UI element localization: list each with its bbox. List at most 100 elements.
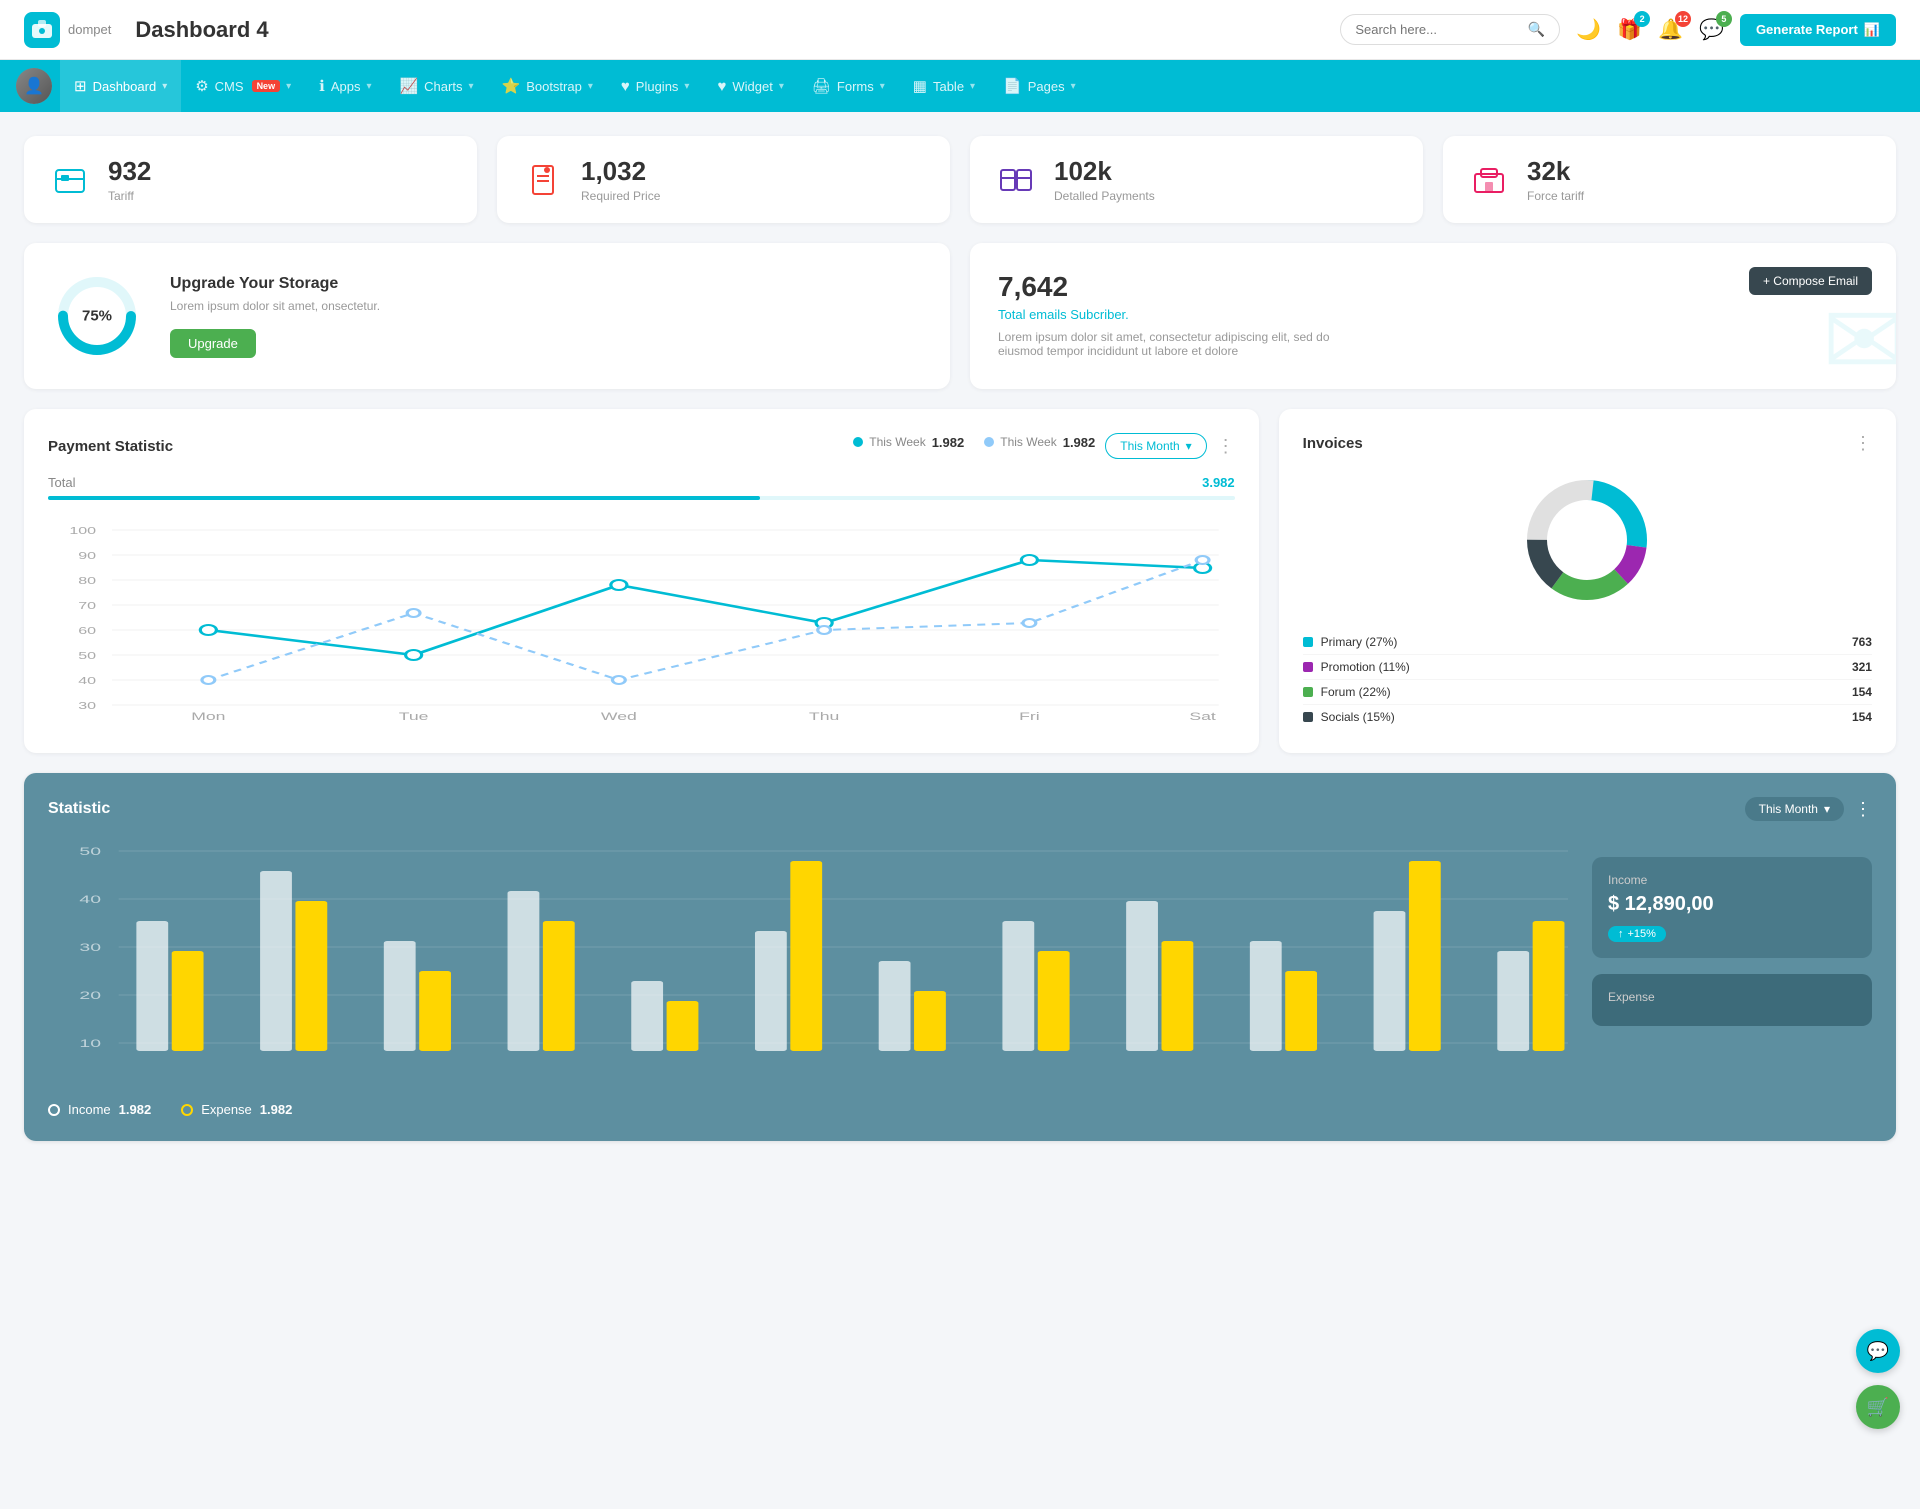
logo-icon — [24, 12, 60, 48]
nav-item-bootstrap[interactable]: ⭐ Bootstrap ▾ — [488, 60, 607, 112]
force-tariff-value: 32k — [1527, 156, 1584, 187]
nav-item-cms[interactable]: ⚙ CMS New ▾ — [181, 60, 305, 112]
logo: dompet — [24, 12, 111, 48]
payment-total-value: 3.982 — [1202, 475, 1235, 490]
main-content: 932 Tariff 1,032 Required Price 102k Det… — [0, 112, 1920, 1165]
search-box[interactable]: 🔍 — [1340, 14, 1560, 45]
svg-text:20: 20 — [79, 990, 101, 1002]
pages-nav-icon: 📄 — [1003, 77, 1022, 95]
chat-icon[interactable]: 💬 5 — [1699, 17, 1724, 42]
svg-text:70: 70 — [78, 600, 96, 611]
email-card: + Compose Email 7,642 Total emails Subcr… — [970, 243, 1896, 389]
plugins-chevron-icon: ▾ — [684, 81, 689, 92]
nav-avatar: 👤 — [16, 68, 52, 104]
svg-text:Wed: Wed — [601, 711, 637, 720]
payments-info: 102k Detalled Payments — [1054, 156, 1155, 203]
svg-text:100: 100 — [69, 525, 96, 536]
tariff-info: 932 Tariff — [108, 156, 151, 203]
invoices-legend: Primary (27%) 763 Promotion (11%) 321 Fo… — [1303, 630, 1872, 729]
arrow-up-icon: ↑ — [1618, 928, 1624, 940]
legend-item-1: This Week 1.982 — [853, 435, 964, 450]
upgrade-button[interactable]: Upgrade — [170, 329, 256, 358]
gift-icon[interactable]: 🎁 2 — [1617, 17, 1642, 42]
nav-item-dashboard[interactable]: ⊞ Dashboard ▾ — [60, 60, 181, 112]
legend-promotion: Promotion (11%) 321 — [1303, 655, 1872, 680]
statistic-bar-chart-area: 50 40 30 20 10 — [48, 841, 1568, 1117]
statistic-dropdown-icon: ▾ — [1824, 802, 1830, 816]
statistic-this-month-button[interactable]: This Month ▾ — [1745, 797, 1844, 821]
tariff-icon — [48, 158, 92, 202]
income-detail-panel: Income $ 12,890,00 ↑ +15% — [1592, 857, 1872, 958]
payment-legend: This Week 1.982 This Week 1.982 — [853, 435, 1095, 450]
support-fab[interactable]: 💬 — [1856, 1329, 1900, 1373]
svg-text:Fri: Fri — [1019, 711, 1040, 720]
nav-item-table[interactable]: ▦ Table ▾ — [899, 60, 989, 112]
payment-progress-bar — [48, 496, 1235, 500]
fab-container: 💬 🛒 — [1856, 1329, 1900, 1429]
svg-text:Mon: Mon — [191, 711, 225, 720]
statistic-more-options[interactable]: ⋮ — [1854, 799, 1872, 820]
cart-fab[interactable]: 🛒 — [1856, 1385, 1900, 1429]
invoices-more-options[interactable]: ⋮ — [1854, 433, 1872, 454]
nav-item-charts[interactable]: 📈 Charts ▾ — [385, 60, 487, 112]
this-month-button[interactable]: This Month ▾ — [1105, 433, 1206, 459]
search-input[interactable] — [1355, 22, 1520, 37]
nav-item-pages[interactable]: 📄 Pages ▾ — [989, 60, 1090, 112]
cms-nav-icon: ⚙ — [195, 77, 208, 95]
svg-text:Sat: Sat — [1189, 711, 1215, 720]
header: dompet Dashboard 4 🔍 🌙 🎁 2 🔔 12 💬 5 Gene… — [0, 0, 1920, 60]
moon-icon[interactable]: 🌙 — [1576, 17, 1601, 42]
table-nav-icon: ▦ — [913, 77, 927, 95]
storage-text: Upgrade Your Storage Lorem ipsum dolor s… — [170, 275, 380, 358]
widget-chevron-icon: ▾ — [779, 81, 784, 92]
income-legend-item: Income 1.982 — [48, 1102, 151, 1117]
generate-report-button[interactable]: Generate Report 📊 — [1740, 14, 1896, 46]
stat-card-payments: 102k Detalled Payments — [970, 136, 1423, 223]
storage-percent: 75% — [82, 308, 112, 325]
statistic-right-panel: Income $ 12,890,00 ↑ +15% Expense — [1592, 841, 1872, 1117]
cms-chevron-icon: ▾ — [286, 81, 291, 92]
bell-badge: 12 — [1675, 11, 1691, 27]
nav-item-widget[interactable]: ♥ Widget ▾ — [703, 60, 797, 112]
forum-color-swatch — [1303, 687, 1313, 697]
stat-card-required-price: 1,032 Required Price — [497, 136, 950, 223]
payment-title: Payment Statistic — [48, 438, 173, 455]
invoices-header: Invoices ⋮ — [1303, 433, 1872, 454]
bell-icon[interactable]: 🔔 12 — [1658, 17, 1683, 42]
force-tariff-icon — [1467, 158, 1511, 202]
storage-title: Upgrade Your Storage — [170, 275, 380, 293]
bootstrap-chevron-icon: ▾ — [588, 81, 593, 92]
nav-item-plugins[interactable]: ♥ Plugins ▾ — [607, 60, 704, 112]
cms-new-badge: New — [252, 80, 281, 92]
required-price-label: Required Price — [581, 189, 660, 203]
socials-color-swatch — [1303, 712, 1313, 722]
force-tariff-info: 32k Force tariff — [1527, 156, 1584, 203]
tariff-value: 932 — [108, 156, 151, 187]
svg-text:10: 10 — [79, 1038, 101, 1050]
svg-text:30: 30 — [79, 942, 101, 954]
email-desc: Lorem ipsum dolor sit amet, consectetur … — [998, 330, 1378, 358]
income-legend-dot — [48, 1104, 60, 1116]
tariff-label: Tariff — [108, 189, 151, 203]
header-right: 🔍 🌙 🎁 2 🔔 12 💬 5 Generate Report 📊 — [1340, 14, 1896, 46]
nav-item-forms[interactable]: 🖨 Forms ▾ — [798, 60, 899, 112]
gift-badge: 2 — [1634, 11, 1650, 27]
payment-statistic-card: Payment Statistic This Week 1.982 This W… — [24, 409, 1259, 753]
payment-more-options[interactable]: ⋮ — [1217, 436, 1235, 457]
charts-nav-icon: 📈 — [399, 77, 418, 95]
svg-text:60: 60 — [78, 625, 96, 636]
legend-val-1: 1.982 — [932, 435, 965, 450]
invoices-title: Invoices — [1303, 435, 1363, 452]
legend-val-2: 1.982 — [1063, 435, 1096, 450]
page-title: Dashboard 4 — [135, 17, 1340, 43]
chart-row: Payment Statistic This Week 1.982 This W… — [24, 409, 1896, 753]
primary-color-swatch — [1303, 637, 1313, 647]
legend-item-2: This Week 1.982 — [984, 435, 1095, 450]
svg-text:80: 80 — [78, 575, 96, 586]
invoices-donut — [1303, 470, 1872, 610]
svg-text:40: 40 — [79, 894, 101, 906]
expense-legend-item: Expense 1.982 — [181, 1102, 292, 1117]
pages-chevron-icon: ▾ — [1071, 81, 1076, 92]
nav-item-apps[interactable]: ℹ Apps ▾ — [305, 60, 385, 112]
payments-value: 102k — [1054, 156, 1155, 187]
